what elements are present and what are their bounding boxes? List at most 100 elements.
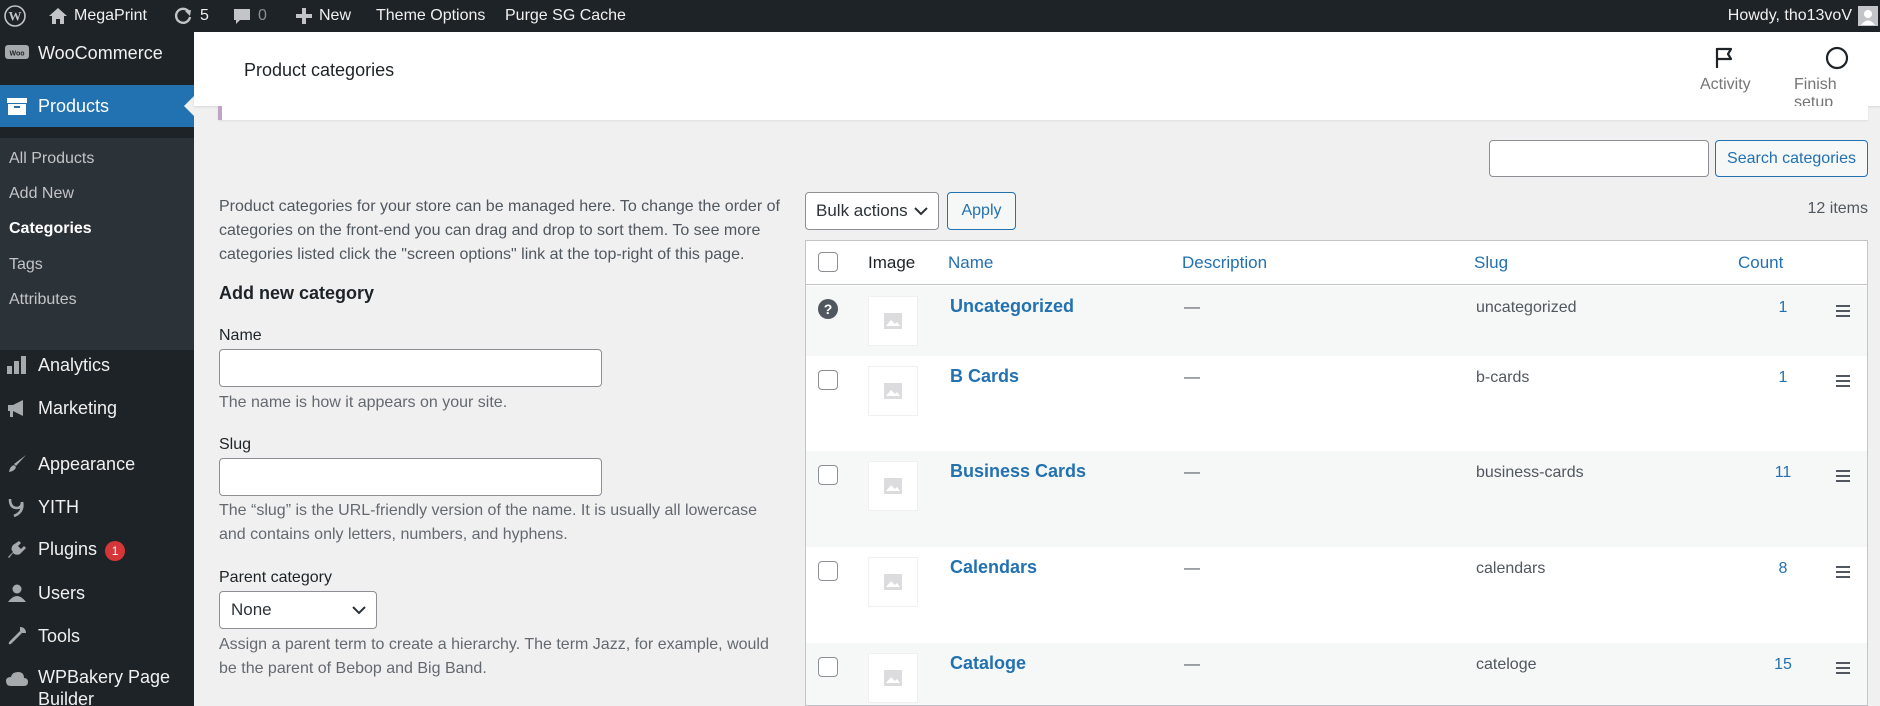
column-image: Image xyxy=(868,253,916,272)
category-count-link[interactable]: 11 xyxy=(1771,464,1795,482)
submenu-add-new[interactable]: Add New xyxy=(9,185,74,203)
sidebar-item-analytics[interactable]: Analytics xyxy=(0,344,194,386)
sidebar-item-label: YITH xyxy=(38,496,80,517)
submenu-categories[interactable]: Categories xyxy=(9,220,92,238)
column-count[interactable]: Count xyxy=(1738,253,1783,273)
submenu-all-products[interactable]: All Products xyxy=(9,150,94,168)
category-description: — xyxy=(1184,299,1200,316)
category-count-link[interactable]: 1 xyxy=(1771,369,1795,387)
sidebar-item-yith[interactable]: YITH xyxy=(0,486,194,528)
sidebar-item-products[interactable]: Products xyxy=(0,85,194,127)
intro-text: Product categories for your store can be… xyxy=(219,198,780,263)
category-description: — xyxy=(1184,656,1200,673)
bar-chart-icon xyxy=(4,352,30,378)
column-slug[interactable]: Slug xyxy=(1474,253,1508,273)
category-name-link[interactable]: Business Cards xyxy=(950,461,1086,482)
wrench-icon xyxy=(4,623,30,649)
sidebar-item-appearance[interactable]: Appearance xyxy=(0,443,194,485)
drag-handle-icon[interactable] xyxy=(1836,375,1850,390)
placeholder-image-icon xyxy=(868,366,918,416)
apply-button[interactable]: Apply xyxy=(947,192,1016,230)
chevron-down-icon xyxy=(914,207,928,216)
account-menu[interactable]: Howdy, tho13voV xyxy=(1728,0,1878,32)
theme-options-label: Theme Options xyxy=(376,7,486,24)
category-count-link[interactable]: 1 xyxy=(1771,299,1795,317)
question-icon: ? xyxy=(818,299,838,319)
updates-link[interactable]: 5 xyxy=(172,0,209,32)
woocommerce-header: Product categories Activity Finish setup xyxy=(194,32,1880,111)
bulk-actions-select[interactable]: Bulk actions xyxy=(805,192,939,230)
category-slug: cateloge xyxy=(1476,656,1537,673)
sidebar-item-plugins[interactable]: Plugins 1 xyxy=(0,529,194,571)
row-checkbox[interactable] xyxy=(818,561,838,581)
category-name-link[interactable]: Uncategorized xyxy=(950,296,1074,317)
refresh-icon xyxy=(174,7,192,24)
category-count-link[interactable]: 15 xyxy=(1771,656,1795,674)
products-submenu: All Products Add New Categories Tags Att… xyxy=(0,138,194,350)
svg-text:W: W xyxy=(9,9,22,24)
slug-help: The “slug” is the URL-friendly version o… xyxy=(219,502,757,543)
sidebar-item-marketing[interactable]: Marketing xyxy=(0,387,194,429)
row-checkbox[interactable] xyxy=(818,657,838,677)
archive-icon xyxy=(4,93,30,119)
category-name-link[interactable]: B Cards xyxy=(950,366,1019,387)
updates-count: 5 xyxy=(200,7,209,24)
category-count-link[interactable]: 8 xyxy=(1771,560,1795,578)
parent-help: Assign a parent term to create a hierarc… xyxy=(219,636,769,677)
user-icon xyxy=(4,580,30,606)
search-categories-button[interactable]: Search categories xyxy=(1715,140,1868,177)
cloud-icon xyxy=(4,666,30,692)
theme-options-link[interactable]: Theme Options xyxy=(376,0,485,32)
submenu-tags[interactable]: Tags xyxy=(9,256,43,274)
wordpress-logo-icon[interactable]: W xyxy=(4,0,26,32)
comments-link[interactable]: 0 xyxy=(232,0,267,32)
activity-button[interactable]: Activity xyxy=(1700,46,1751,94)
placeholder-image-icon xyxy=(868,557,918,607)
slug-field[interactable] xyxy=(219,458,602,496)
slug-label: Slug xyxy=(219,436,252,453)
new-content-link[interactable]: New xyxy=(295,0,351,32)
sidebar-item-tools[interactable]: Tools xyxy=(0,615,194,657)
row-checkbox[interactable] xyxy=(818,465,838,485)
new-label: New xyxy=(319,7,352,24)
activity-label: Activity xyxy=(1700,76,1751,93)
plugins-label: Plugins xyxy=(38,539,98,559)
category-slug: business-cards xyxy=(1476,464,1584,481)
row-checkbox[interactable] xyxy=(818,370,838,390)
sidebar-item-woocommerce[interactable]: Woo WooCommerce xyxy=(0,32,194,74)
comment-icon xyxy=(234,9,250,24)
sidebar-item-label: WooCommerce xyxy=(38,42,163,63)
drag-handle-icon[interactable] xyxy=(1836,662,1850,677)
site-name: MegaPrint xyxy=(74,7,147,24)
sidebar-item-users[interactable]: Users xyxy=(0,572,194,614)
category-description: — xyxy=(1184,560,1200,577)
parent-category-select[interactable]: None xyxy=(219,591,377,629)
purge-cache-label: Purge SG Cache xyxy=(505,7,626,24)
purge-cache-link[interactable]: Purge SG Cache xyxy=(505,0,626,32)
admin-sidebar: Woo WooCommerce Products All Products Ad… xyxy=(0,32,194,706)
yith-icon xyxy=(4,494,30,520)
drag-handle-icon[interactable] xyxy=(1836,566,1850,581)
drag-handle-icon[interactable] xyxy=(1836,470,1850,485)
site-name-link[interactable]: MegaPrint xyxy=(48,0,147,32)
finish-setup-button[interactable]: Finish setup xyxy=(1794,46,1880,112)
select-all-checkbox[interactable] xyxy=(818,252,838,272)
category-name-link[interactable]: Cataloge xyxy=(950,653,1026,674)
sidebar-item-label: Tools xyxy=(38,625,81,646)
search-categories-input[interactable] xyxy=(1489,140,1709,177)
table-row: Calendars — calendars 8 xyxy=(806,547,1867,643)
name-label: Name xyxy=(219,327,262,344)
column-description[interactable]: Description xyxy=(1182,253,1267,273)
name-field[interactable] xyxy=(219,349,602,387)
sidebar-item-label: Marketing xyxy=(38,397,118,418)
submenu-attributes[interactable]: Attributes xyxy=(9,291,77,309)
category-slug: calendars xyxy=(1476,560,1546,577)
paintbrush-icon xyxy=(4,451,30,477)
column-name[interactable]: Name xyxy=(948,253,993,273)
svg-text:Woo: Woo xyxy=(9,51,24,58)
drag-handle-icon[interactable] xyxy=(1836,305,1850,320)
category-name-link[interactable]: Calendars xyxy=(950,557,1037,578)
table-header: Image Name Description Slug Count xyxy=(806,241,1867,285)
sidebar-item-wpbakery[interactable]: WPBakery Page Builder xyxy=(0,662,194,706)
add-category-title: Add new category xyxy=(219,283,375,303)
